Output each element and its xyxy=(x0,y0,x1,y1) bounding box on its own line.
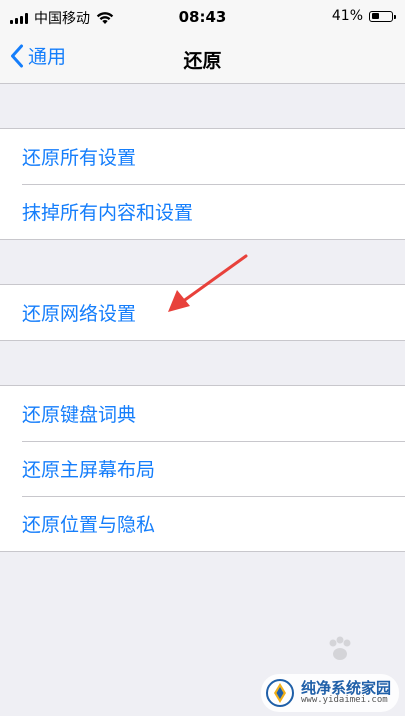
logo-icon xyxy=(265,679,294,707)
list-item-label: 还原主屏幕布局 xyxy=(22,459,156,481)
site-watermark: 纯净系统家园 www.yidaimei.com xyxy=(260,674,399,712)
status-right: 41% xyxy=(331,8,396,24)
page-title: 还原 xyxy=(183,50,222,72)
paw-watermark-icon xyxy=(329,636,351,660)
red-arrow-annotation xyxy=(168,254,248,312)
list-item-label: 还原位置与隐私 xyxy=(22,514,156,536)
battery-level xyxy=(371,13,379,19)
reset-all-settings-item[interactable]: 还原所有设置 xyxy=(0,129,405,184)
watermark-title: 纯净系统家园 xyxy=(300,678,391,697)
status-bar: 中国移动 08:43 41% xyxy=(0,0,405,34)
list-item-label: 还原所有设置 xyxy=(22,147,137,169)
reset-home-screen-layout-item[interactable]: 还原主屏幕布局 xyxy=(0,441,405,496)
list-item-label: 还原网络设置 xyxy=(22,303,137,325)
watermark-url: www.yidaimei.com xyxy=(300,695,388,706)
navigation-bar: 通用 还原 xyxy=(0,34,405,84)
erase-all-content-item[interactable]: 抹掉所有内容和设置 xyxy=(0,184,405,239)
battery-percent: 41% xyxy=(331,8,363,24)
settings-group-reset-all: 还原所有设置 抹掉所有内容和设置 xyxy=(0,128,405,240)
list-item-label: 抹掉所有内容和设置 xyxy=(22,202,194,224)
battery-icon xyxy=(369,10,396,22)
reset-location-privacy-item[interactable]: 还原位置与隐私 xyxy=(0,496,405,551)
list-item-label: 还原键盘词典 xyxy=(22,404,137,426)
reset-keyboard-dictionary-item[interactable]: 还原键盘词典 xyxy=(0,386,405,441)
screen: 中国移动 08:43 41% 通用 还原 还原所有设置 抹掉所有内容和设置 还原… xyxy=(0,0,405,716)
settings-group-other: 还原键盘词典 还原主屏幕布局 还原位置与隐私 xyxy=(0,385,405,552)
